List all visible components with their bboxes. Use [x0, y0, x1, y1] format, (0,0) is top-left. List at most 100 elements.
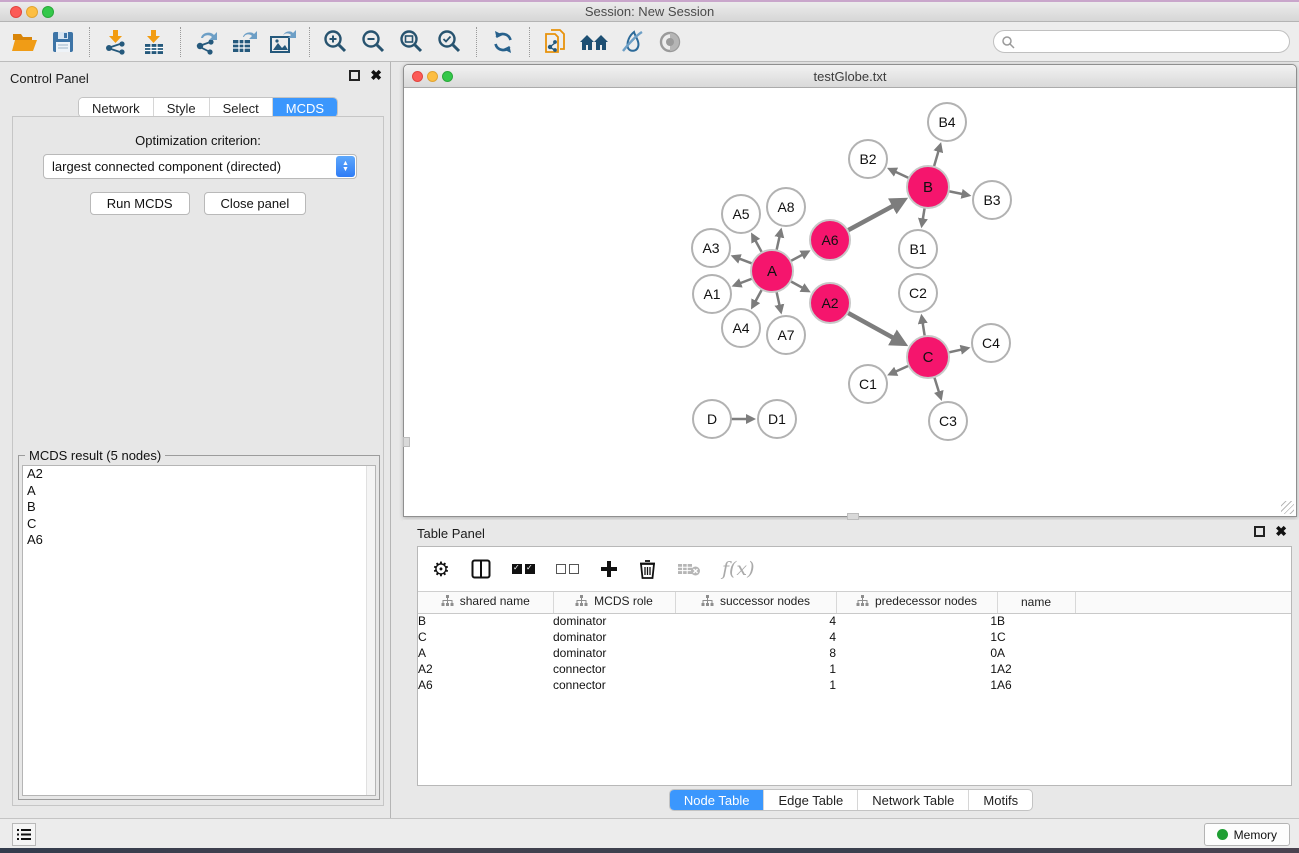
- zoom-out-icon[interactable]: [355, 25, 393, 59]
- table-cell[interactable]: connector: [553, 661, 675, 677]
- export-image-icon[interactable]: [264, 25, 302, 59]
- save-session-icon[interactable]: [44, 25, 82, 59]
- import-network-icon[interactable]: [97, 25, 135, 59]
- deselect-all-icon[interactable]: [556, 564, 579, 574]
- tab-select[interactable]: Select: [209, 98, 272, 117]
- control-panel-title: Control Panel: [10, 71, 89, 86]
- table-cell[interactable]: 1: [836, 613, 997, 629]
- graph-node-label: A7: [777, 327, 794, 343]
- hide-style-icon[interactable]: [613, 25, 651, 59]
- splitter-handle[interactable]: [403, 437, 410, 447]
- graph-node-label: C2: [909, 285, 927, 301]
- result-item[interactable]: A: [23, 483, 375, 500]
- search-input[interactable]: [1015, 33, 1289, 51]
- tab-network-table[interactable]: Network Table: [857, 790, 968, 810]
- splitter-handle[interactable]: [847, 513, 859, 520]
- clone-network-icon[interactable]: [537, 25, 575, 59]
- network-graph[interactable]: B4B2BB3A5A8A6B1A3AC2A1A2A4A7C4CC1C3DD1: [405, 89, 1297, 517]
- delete-icon[interactable]: [639, 559, 656, 579]
- resize-grip[interactable]: [1281, 501, 1294, 514]
- export-network-icon[interactable]: [188, 25, 226, 59]
- table-cell[interactable]: 1: [836, 629, 997, 645]
- table-cell[interactable]: A: [418, 645, 553, 661]
- mcds-result-list[interactable]: A2ABCA6: [22, 465, 376, 796]
- table-cell[interactable]: dominator: [553, 613, 675, 629]
- tab-motifs[interactable]: Motifs: [968, 790, 1032, 810]
- table-cell[interactable]: dominator: [553, 645, 675, 661]
- close-panel-button[interactable]: Close panel: [204, 192, 307, 215]
- node-table[interactable]: shared nameMCDS rolesuccessor nodesprede…: [418, 592, 1291, 693]
- graph-node-label: A: [767, 263, 777, 280]
- table-cell[interactable]: A6: [418, 677, 553, 693]
- memory-label: Memory: [1234, 828, 1277, 842]
- table-cell[interactable]: A: [997, 645, 1075, 661]
- add-column-icon[interactable]: [600, 560, 618, 578]
- tab-edge-table[interactable]: Edge Table: [763, 790, 857, 810]
- graph-node-label: B: [923, 179, 933, 196]
- export-table-icon[interactable]: [226, 25, 264, 59]
- open-file-icon[interactable]: [6, 25, 44, 59]
- float-panel-icon[interactable]: [1254, 526, 1265, 537]
- table-cell[interactable]: A2: [418, 661, 553, 677]
- zoom-selected-icon[interactable]: [431, 25, 469, 59]
- table-cell[interactable]: B: [997, 613, 1075, 629]
- run-mcds-button[interactable]: Run MCDS: [90, 192, 190, 215]
- criterion-dropdown[interactable]: largest connected component (directed) ▲…: [43, 154, 357, 179]
- tab-style[interactable]: Style: [153, 98, 209, 117]
- table-cell[interactable]: C: [418, 629, 553, 645]
- table-cell[interactable]: dominator: [553, 629, 675, 645]
- column-header[interactable]: MCDS role: [553, 592, 675, 613]
- network-window-titlebar[interactable]: testGlobe.txt: [404, 65, 1296, 88]
- memory-button[interactable]: Memory: [1204, 823, 1290, 846]
- result-item[interactable]: C: [23, 516, 375, 533]
- result-item[interactable]: A6: [23, 532, 375, 549]
- show-graphics-icon[interactable]: [651, 25, 689, 59]
- shared-column-icon: [575, 595, 588, 607]
- column-header[interactable]: successor nodes: [675, 592, 836, 613]
- result-item[interactable]: A2: [23, 466, 375, 483]
- column-header[interactable]: predecessor nodes: [836, 592, 997, 613]
- close-panel-icon[interactable]: ✖: [370, 70, 382, 81]
- table-cell[interactable]: A2: [997, 661, 1075, 677]
- table-cell[interactable]: 1: [836, 661, 997, 677]
- table-panel: Table Panel ✖ ⚙ f(x) shared nameMCDS: [403, 520, 1299, 818]
- result-scrollbar[interactable]: [366, 466, 375, 795]
- zoom-fit-icon[interactable]: [393, 25, 431, 59]
- column-header[interactable]: shared name: [418, 592, 553, 613]
- table-cell[interactable]: 4: [675, 613, 836, 629]
- table-cell[interactable]: A6: [997, 677, 1075, 693]
- refresh-icon[interactable]: [484, 25, 522, 59]
- table-cell[interactable]: 0: [836, 645, 997, 661]
- table-cell[interactable]: 1: [675, 661, 836, 677]
- select-all-icon[interactable]: [512, 564, 535, 574]
- column-header[interactable]: name: [997, 592, 1075, 613]
- table-cell[interactable]: C: [997, 629, 1075, 645]
- table-row[interactable]: Cdominator41C: [418, 629, 1291, 645]
- graph-node-label: A1: [703, 286, 720, 302]
- destroy-column-icon[interactable]: [677, 561, 701, 577]
- tab-mcds[interactable]: MCDS: [272, 98, 337, 117]
- zoom-in-icon[interactable]: [317, 25, 355, 59]
- table-row[interactable]: A6connector11A6: [418, 677, 1291, 693]
- table-cell[interactable]: connector: [553, 677, 675, 693]
- table-cell[interactable]: B: [418, 613, 553, 629]
- function-builder-icon[interactable]: f(x): [722, 558, 755, 580]
- table-row[interactable]: Adominator80A: [418, 645, 1291, 661]
- tab-node-table[interactable]: Node Table: [670, 790, 764, 810]
- table-cell[interactable]: 1: [675, 677, 836, 693]
- column-view-icon[interactable]: [471, 559, 491, 579]
- float-panel-icon[interactable]: [349, 70, 360, 81]
- table-cell[interactable]: 8: [675, 645, 836, 661]
- task-history-button[interactable]: [12, 823, 36, 846]
- import-table-icon[interactable]: [135, 25, 173, 59]
- result-item[interactable]: B: [23, 499, 375, 516]
- gear-icon[interactable]: ⚙: [432, 557, 450, 582]
- tab-network[interactable]: Network: [79, 98, 153, 117]
- table-row[interactable]: Bdominator41B: [418, 613, 1291, 629]
- table-cell[interactable]: 4: [675, 629, 836, 645]
- network-canvas[interactable]: B4B2BB3A5A8A6B1A3AC2A1A2A4A7C4CC1C3DD1: [405, 89, 1295, 516]
- home-layout-icon[interactable]: [575, 25, 613, 59]
- close-panel-icon[interactable]: ✖: [1275, 526, 1287, 537]
- table-cell[interactable]: 1: [836, 677, 997, 693]
- table-row[interactable]: A2connector11A2: [418, 661, 1291, 677]
